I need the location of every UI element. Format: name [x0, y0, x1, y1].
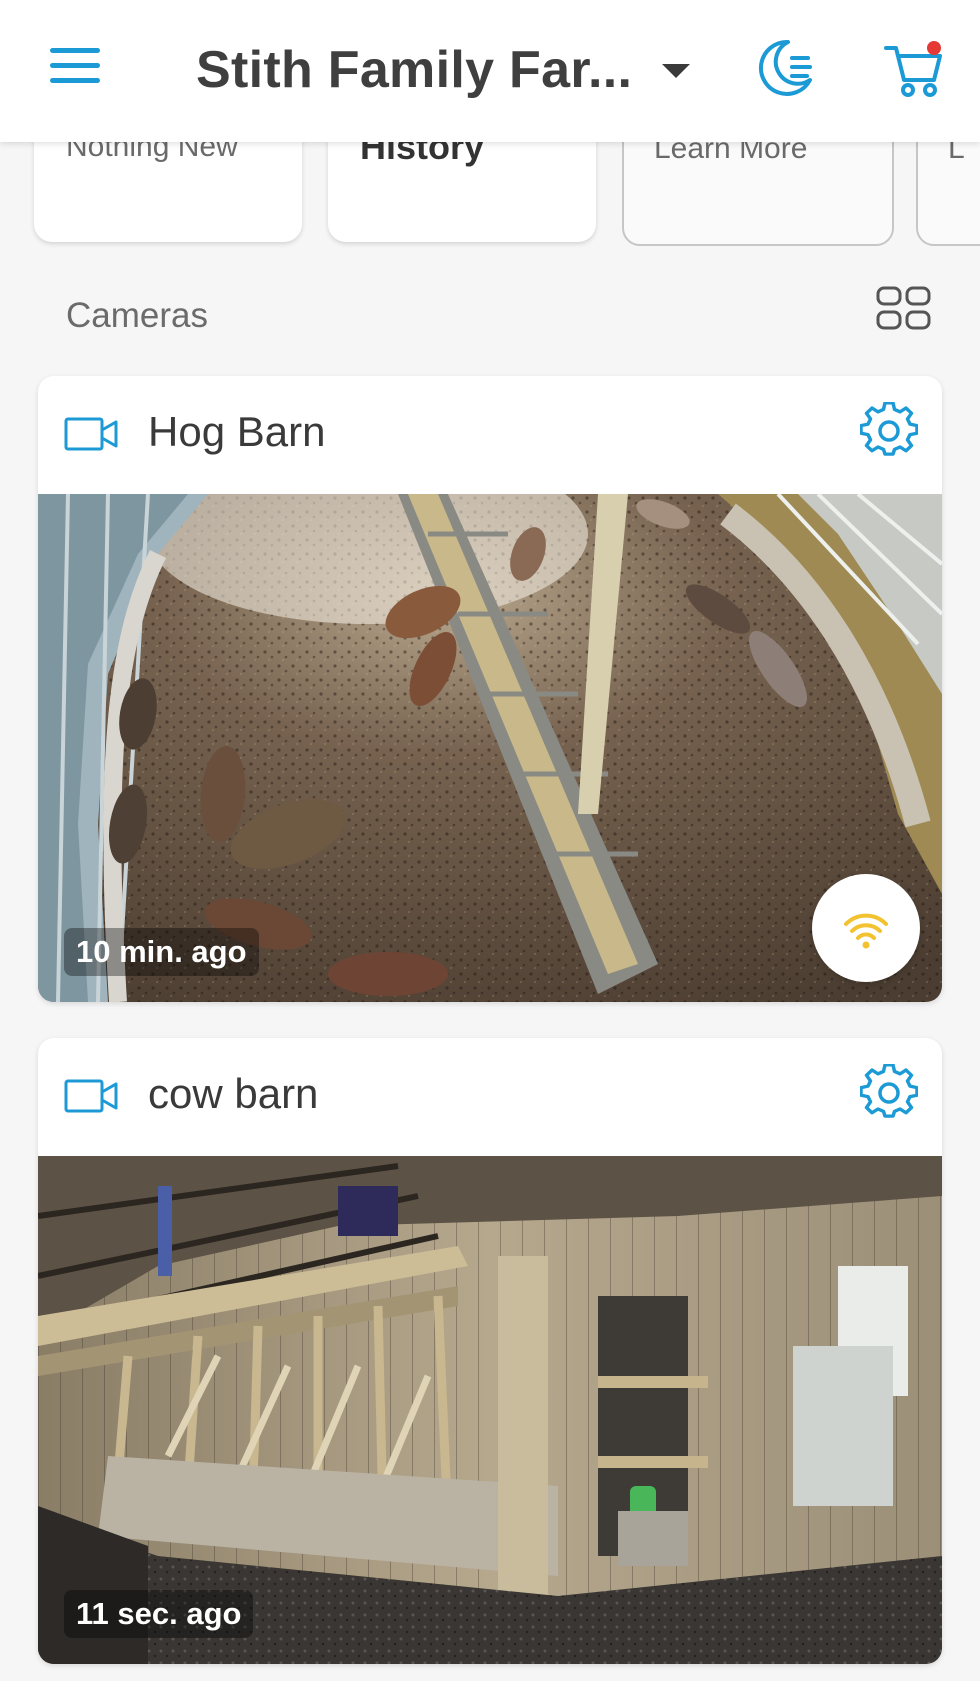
last-snapshot-time: 10 min. ago	[64, 928, 259, 976]
camera-card-header: cow barn	[38, 1038, 942, 1156]
cart-notification-badge	[927, 41, 941, 55]
camera-feed-cow-barn[interactable]: 11 sec. ago	[38, 1156, 942, 1664]
grid-icon[interactable]	[876, 286, 932, 330]
cow-barn-snapshot	[38, 1156, 942, 1664]
camera-card-hog-barn: Hog Barn 10 min. ago	[38, 376, 942, 1002]
location-selector[interactable]: Stith Family Far...	[190, 30, 700, 110]
camera-feed-hog-barn[interactable]: 10 min. ago	[38, 494, 942, 1002]
last-snapshot-time: 11 sec. ago	[64, 1590, 254, 1638]
settings-gear-icon[interactable]	[859, 401, 919, 460]
hamburger-menu-icon[interactable]	[46, 44, 104, 88]
app-header: Stith Family Far...	[0, 0, 980, 142]
camera-name: Hog Barn	[148, 408, 326, 455]
camera-card-cow-barn: cow barn 11 sec. ago	[38, 1038, 942, 1664]
location-name: Stith Family Far...	[196, 41, 633, 99]
chevron-down-icon	[662, 64, 690, 78]
video-camera-icon	[64, 416, 120, 452]
camera-name: cow barn	[148, 1070, 319, 1117]
hog-barn-snapshot	[38, 494, 942, 1002]
wifi-signal-icon[interactable]	[812, 874, 920, 982]
video-camera-icon	[64, 1078, 120, 1114]
settings-gear-icon[interactable]	[859, 1063, 919, 1122]
shopping-cart-icon[interactable]	[884, 38, 948, 100]
mode-moon-icon[interactable]	[752, 36, 816, 100]
cameras-section-title: Cameras	[66, 296, 208, 335]
camera-card-header: Hog Barn	[38, 376, 942, 494]
